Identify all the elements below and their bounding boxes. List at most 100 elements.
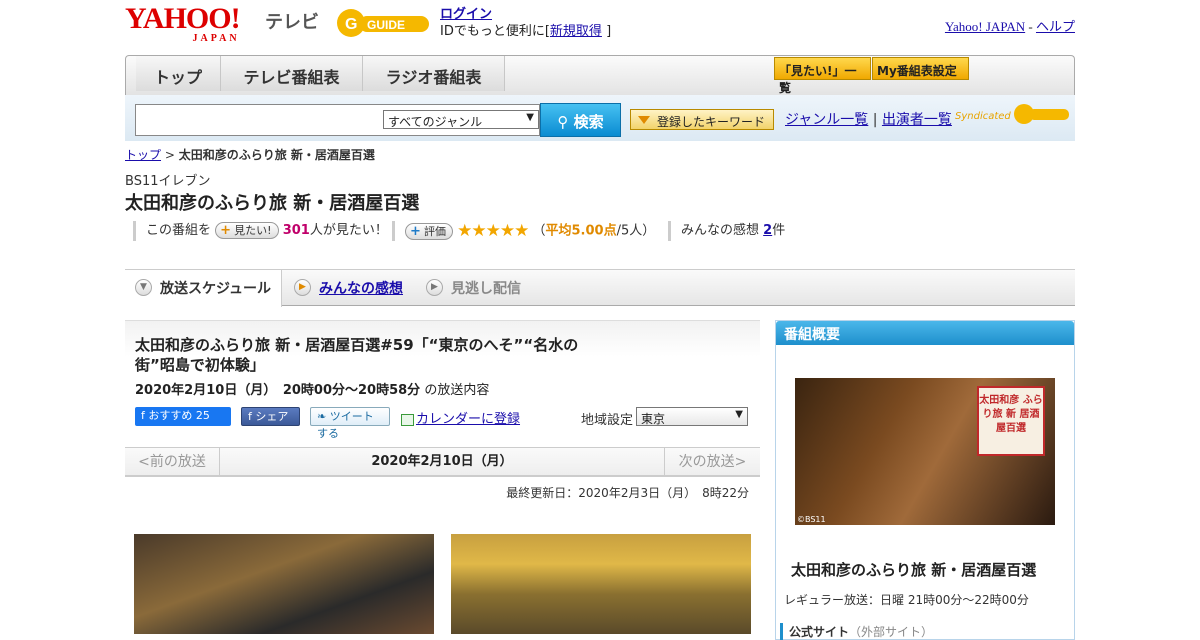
want-to-watch: この番組を + 見たい! 301人が見たい！	[133, 221, 388, 241]
signup-link[interactable]: 新規取得	[550, 24, 602, 39]
nav-tab-radio-schedule[interactable]: ラジオ番組表	[363, 56, 505, 91]
yahoo-japan-logo[interactable]: YAHOO! JAPAN	[125, 4, 241, 44]
rate-button-label: 評価	[424, 224, 446, 238]
calendar-icon	[401, 413, 414, 426]
prev-broadcast-link[interactable]: <前の放送	[125, 448, 220, 476]
genre-list-link[interactable]: ジャンル一覧	[785, 112, 868, 128]
breadcrumb-current: 太田和彦のふらり旅 新・居酒屋百選	[178, 148, 375, 162]
star-rating-icon: ★★★★★	[457, 221, 529, 241]
rating: + 評価 ★★★★★ （平均5.00点/5人）	[392, 221, 655, 241]
search-button-label: 検索	[573, 113, 604, 131]
last-updated: 最終更新日：2020年2月3日（月） 8時22分	[506, 486, 749, 500]
calendar-link: カレンダーに登録	[416, 412, 521, 427]
mitai-list-button[interactable]: 「見たい!」一覧	[774, 57, 871, 95]
dropdown-arrow-icon: ▼	[526, 112, 534, 123]
episode-image-izakaya	[134, 534, 434, 634]
episode-date-time: 2020年2月10日（月） 20時00分～20時58分	[135, 383, 421, 398]
breadcrumb: トップ > 太田和彦のふらり旅 新・居酒屋百選	[125, 146, 1075, 163]
tab-broadcast-schedule[interactable]: ▼ 放送スケジュール	[125, 270, 282, 307]
want-pre: この番組を	[146, 223, 212, 238]
gguide-logo[interactable]: G GUIDE	[335, 6, 431, 40]
rate-button[interactable]: + 評価	[405, 222, 453, 240]
region-select-value: 東京	[641, 412, 666, 426]
triangle-down-icon	[638, 116, 650, 124]
nav-tab-top[interactable]: トップ	[136, 56, 221, 91]
episode-suffix: の放送内容	[424, 383, 490, 398]
channel-name: BS11イレブン	[125, 174, 211, 189]
breadcrumb-sep: >	[161, 148, 179, 162]
my-schedule-button[interactable]: My番組表設定	[872, 57, 969, 80]
external-site-note: （外部サイト）	[849, 625, 934, 639]
dropdown-arrow-icon: ▼	[735, 409, 743, 420]
nav-tab-tv-schedule[interactable]: テレビ番組表	[221, 56, 363, 91]
impressions-post: 件	[772, 223, 786, 238]
help-link[interactable]: ヘルプ	[1036, 19, 1075, 34]
plus-icon: +	[220, 223, 232, 238]
page-title: 太田和彦のふらり旅 新・居酒屋百選	[125, 193, 420, 214]
facebook-icon: f	[141, 409, 145, 422]
next-broadcast-link[interactable]: 次の放送>	[664, 448, 760, 476]
want-button[interactable]: + 見たい!	[215, 222, 279, 239]
site-header: YAHOO! JAPAN テレビ G GUIDE ログイン IDでもっと便利に[…	[125, 0, 1075, 52]
region-label: 地域設定	[581, 413, 634, 428]
facebook-icon: f	[248, 410, 252, 423]
tweet-label: ツイートする	[317, 410, 374, 440]
calendar-register[interactable]: カレンダーに登録	[401, 408, 520, 427]
search-links: ジャンル一覧 | 出演者一覧	[785, 109, 952, 129]
program-tabs: ▼ 放送スケジュール ▶ みんなの感想 ▶ 見逃し配信	[125, 269, 1075, 307]
average-score: 平均5.00点	[545, 223, 617, 239]
registered-keyword-label: 登録したキーワード	[657, 115, 766, 129]
gguide-small-logo	[1014, 104, 1069, 124]
link-divider: |	[872, 112, 878, 128]
region-select[interactable]: 東京 ▼	[636, 407, 748, 426]
official-site-heading[interactable]: 公式サイト（外部サイト）	[780, 623, 933, 640]
tv-logo[interactable]: テレビ	[265, 8, 319, 34]
facebook-share-button[interactable]: f シェア	[241, 407, 300, 426]
sidebar-header: 番組概要	[776, 321, 1074, 345]
search-bar: すべてのジャンル ▼ ⚲ 検索 登録したキーワード ジャンル一覧 | 出演者一覧…	[125, 95, 1075, 141]
program-seal-logo: 太田和彦 ふらり旅 新 居酒屋百選	[977, 386, 1045, 456]
plus-icon: +	[410, 223, 421, 239]
breadcrumb-top[interactable]: トップ	[125, 148, 161, 162]
impressions: みんなの感想 2件	[668, 221, 785, 241]
search-button[interactable]: ⚲ 検索	[540, 103, 621, 137]
episode-box: 太田和彦のふらり旅 新・居酒屋百選#59「“東京のへそ”“名水の街”昭島で初体験…	[125, 320, 760, 440]
top-links: Yahoo! JAPAN - ヘルプ	[945, 16, 1075, 35]
impressions-count-link[interactable]: 2	[763, 223, 772, 238]
official-site-label: 公式サイト	[789, 625, 850, 639]
program-stats: この番組を + 見たい! 301人が見たい！ + 評価 ★★★★★ （平均5.00点…	[125, 221, 1075, 241]
svg-text:GUIDE: GUIDE	[367, 18, 405, 32]
episode-title: 太田和彦のふらり旅 新・居酒屋百選#59「“東京のへそ”“名水の街”昭島で初体験…	[135, 336, 579, 374]
registered-keyword-button[interactable]: 登録したキーワード	[630, 109, 774, 130]
day-navigation: <前の放送 2020年2月10日（月） 次の放送>	[125, 447, 760, 477]
facebook-recommend-button[interactable]: f おすすめ 25	[135, 407, 231, 426]
performer-list-link[interactable]: 出演者一覧	[882, 112, 952, 128]
magnifier-icon: ⚲	[557, 113, 569, 131]
login-link[interactable]: ログイン	[440, 7, 492, 22]
facebook-recommend-label: おすすめ 25	[148, 409, 210, 422]
main-nav: トップ テレビ番組表 ラジオ番組表 「見たい!」一覧 My番組表設定	[125, 55, 1075, 99]
genre-select-value: すべてのジャンル	[388, 115, 483, 129]
program-image: 太田和彦 ふらり旅 新 居酒屋百選 ©BS11	[795, 378, 1055, 525]
facebook-share-label: シェア	[255, 410, 289, 423]
tab-impressions[interactable]: ▶ みんなの感想	[284, 270, 414, 306]
program-overview-sidebar: 番組概要 太田和彦 ふらり旅 新 居酒屋百選 ©BS11 太田和彦のふらり旅 新…	[775, 320, 1075, 640]
rating-count: /5人）	[616, 223, 656, 239]
yahoo-japan-link[interactable]: Yahoo! JAPAN	[945, 19, 1025, 34]
tab-label: 見逃し配信	[451, 281, 521, 297]
twitter-bird-icon: ❧	[317, 410, 327, 423]
svg-text:G: G	[345, 16, 357, 33]
tweet-button[interactable]: ❧ ツイートする	[310, 407, 390, 440]
syndicated-label: Syndicated	[955, 111, 1011, 122]
tab-missed-streaming[interactable]: ▶ 見逃し配信	[416, 270, 536, 306]
tab-label: 放送スケジュール	[160, 281, 272, 297]
chevron-down-icon: ▼	[135, 279, 152, 296]
play-icon: ▶	[294, 279, 311, 296]
genre-select[interactable]: すべてのジャンル ▼	[383, 110, 539, 129]
episode-image-autumn-trees	[451, 534, 751, 634]
tab-label: みんなの感想	[319, 281, 403, 297]
episode-time: 2020年2月10日（月） 20時00分～20時58分 の放送内容	[135, 379, 489, 398]
link-separator: -	[1025, 19, 1036, 34]
current-date: 2020年2月10日（月）	[371, 454, 513, 469]
want-count: 301	[282, 223, 310, 238]
